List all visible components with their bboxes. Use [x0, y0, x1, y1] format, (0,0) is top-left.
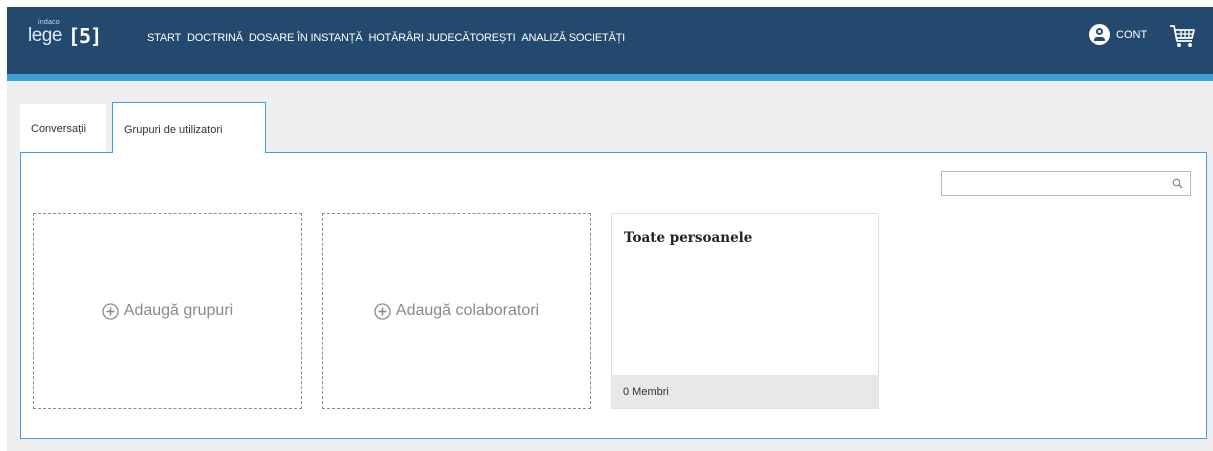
logo-wordmark: lege	[28, 25, 62, 46]
add-groups-label: Adaugă grupuri	[123, 302, 234, 319]
user-circle-icon	[1089, 24, 1110, 45]
add-collaborators-label: Adaugă colaboratori	[395, 302, 540, 319]
plus-circle-icon	[102, 302, 119, 320]
logo-edition: [5]	[68, 24, 102, 48]
tab-user-groups-label: Grupuri de utilizatori	[124, 124, 223, 136]
nav-item-dosare[interactable]: DOSARE ÎN INSTANȚĂ	[249, 32, 363, 44]
groups-panel: Adaugă grupuri Adaugă colaboratori Toate…	[20, 152, 1207, 439]
tab-user-groups[interactable]: Grupuri de utilizatori	[112, 102, 266, 153]
search-box	[941, 171, 1191, 196]
add-groups-button[interactable]: Adaugă grupuri	[33, 213, 302, 409]
nav-item-analiza[interactable]: ANALIZĂ SOCIETĂȚI	[521, 32, 625, 44]
add-collaborators-button[interactable]: Adaugă colaboratori	[322, 213, 591, 409]
plus-circle-icon	[374, 302, 391, 320]
group-card[interactable]: Toate persoanele 0 Membri	[611, 213, 879, 409]
search-icon[interactable]	[1172, 178, 1183, 189]
account-menu[interactable]: CONT	[1089, 24, 1147, 45]
tab-conversations[interactable]: Conversații	[20, 104, 106, 152]
group-member-count: 0 Membri	[612, 375, 878, 408]
tab-conversations-label: Conversații	[31, 123, 87, 135]
search-input[interactable]	[942, 172, 1167, 195]
nav-item-start[interactable]: START	[147, 32, 181, 44]
nav-item-hotarari[interactable]: HOTĂRÂRI JUDECĂTOREȘTI	[368, 32, 515, 44]
nav-item-doctrina[interactable]: DOCTRINĂ	[187, 32, 243, 44]
header-accent-stripe	[7, 74, 1213, 81]
group-name: Toate persoanele	[624, 230, 753, 246]
shopping-cart-icon[interactable]	[1168, 22, 1196, 50]
main-nav: START DOCTRINĂ DOSARE ÎN INSTANȚĂ HOTĂRÂ…	[147, 32, 631, 44]
account-label: CONT	[1116, 28, 1148, 41]
